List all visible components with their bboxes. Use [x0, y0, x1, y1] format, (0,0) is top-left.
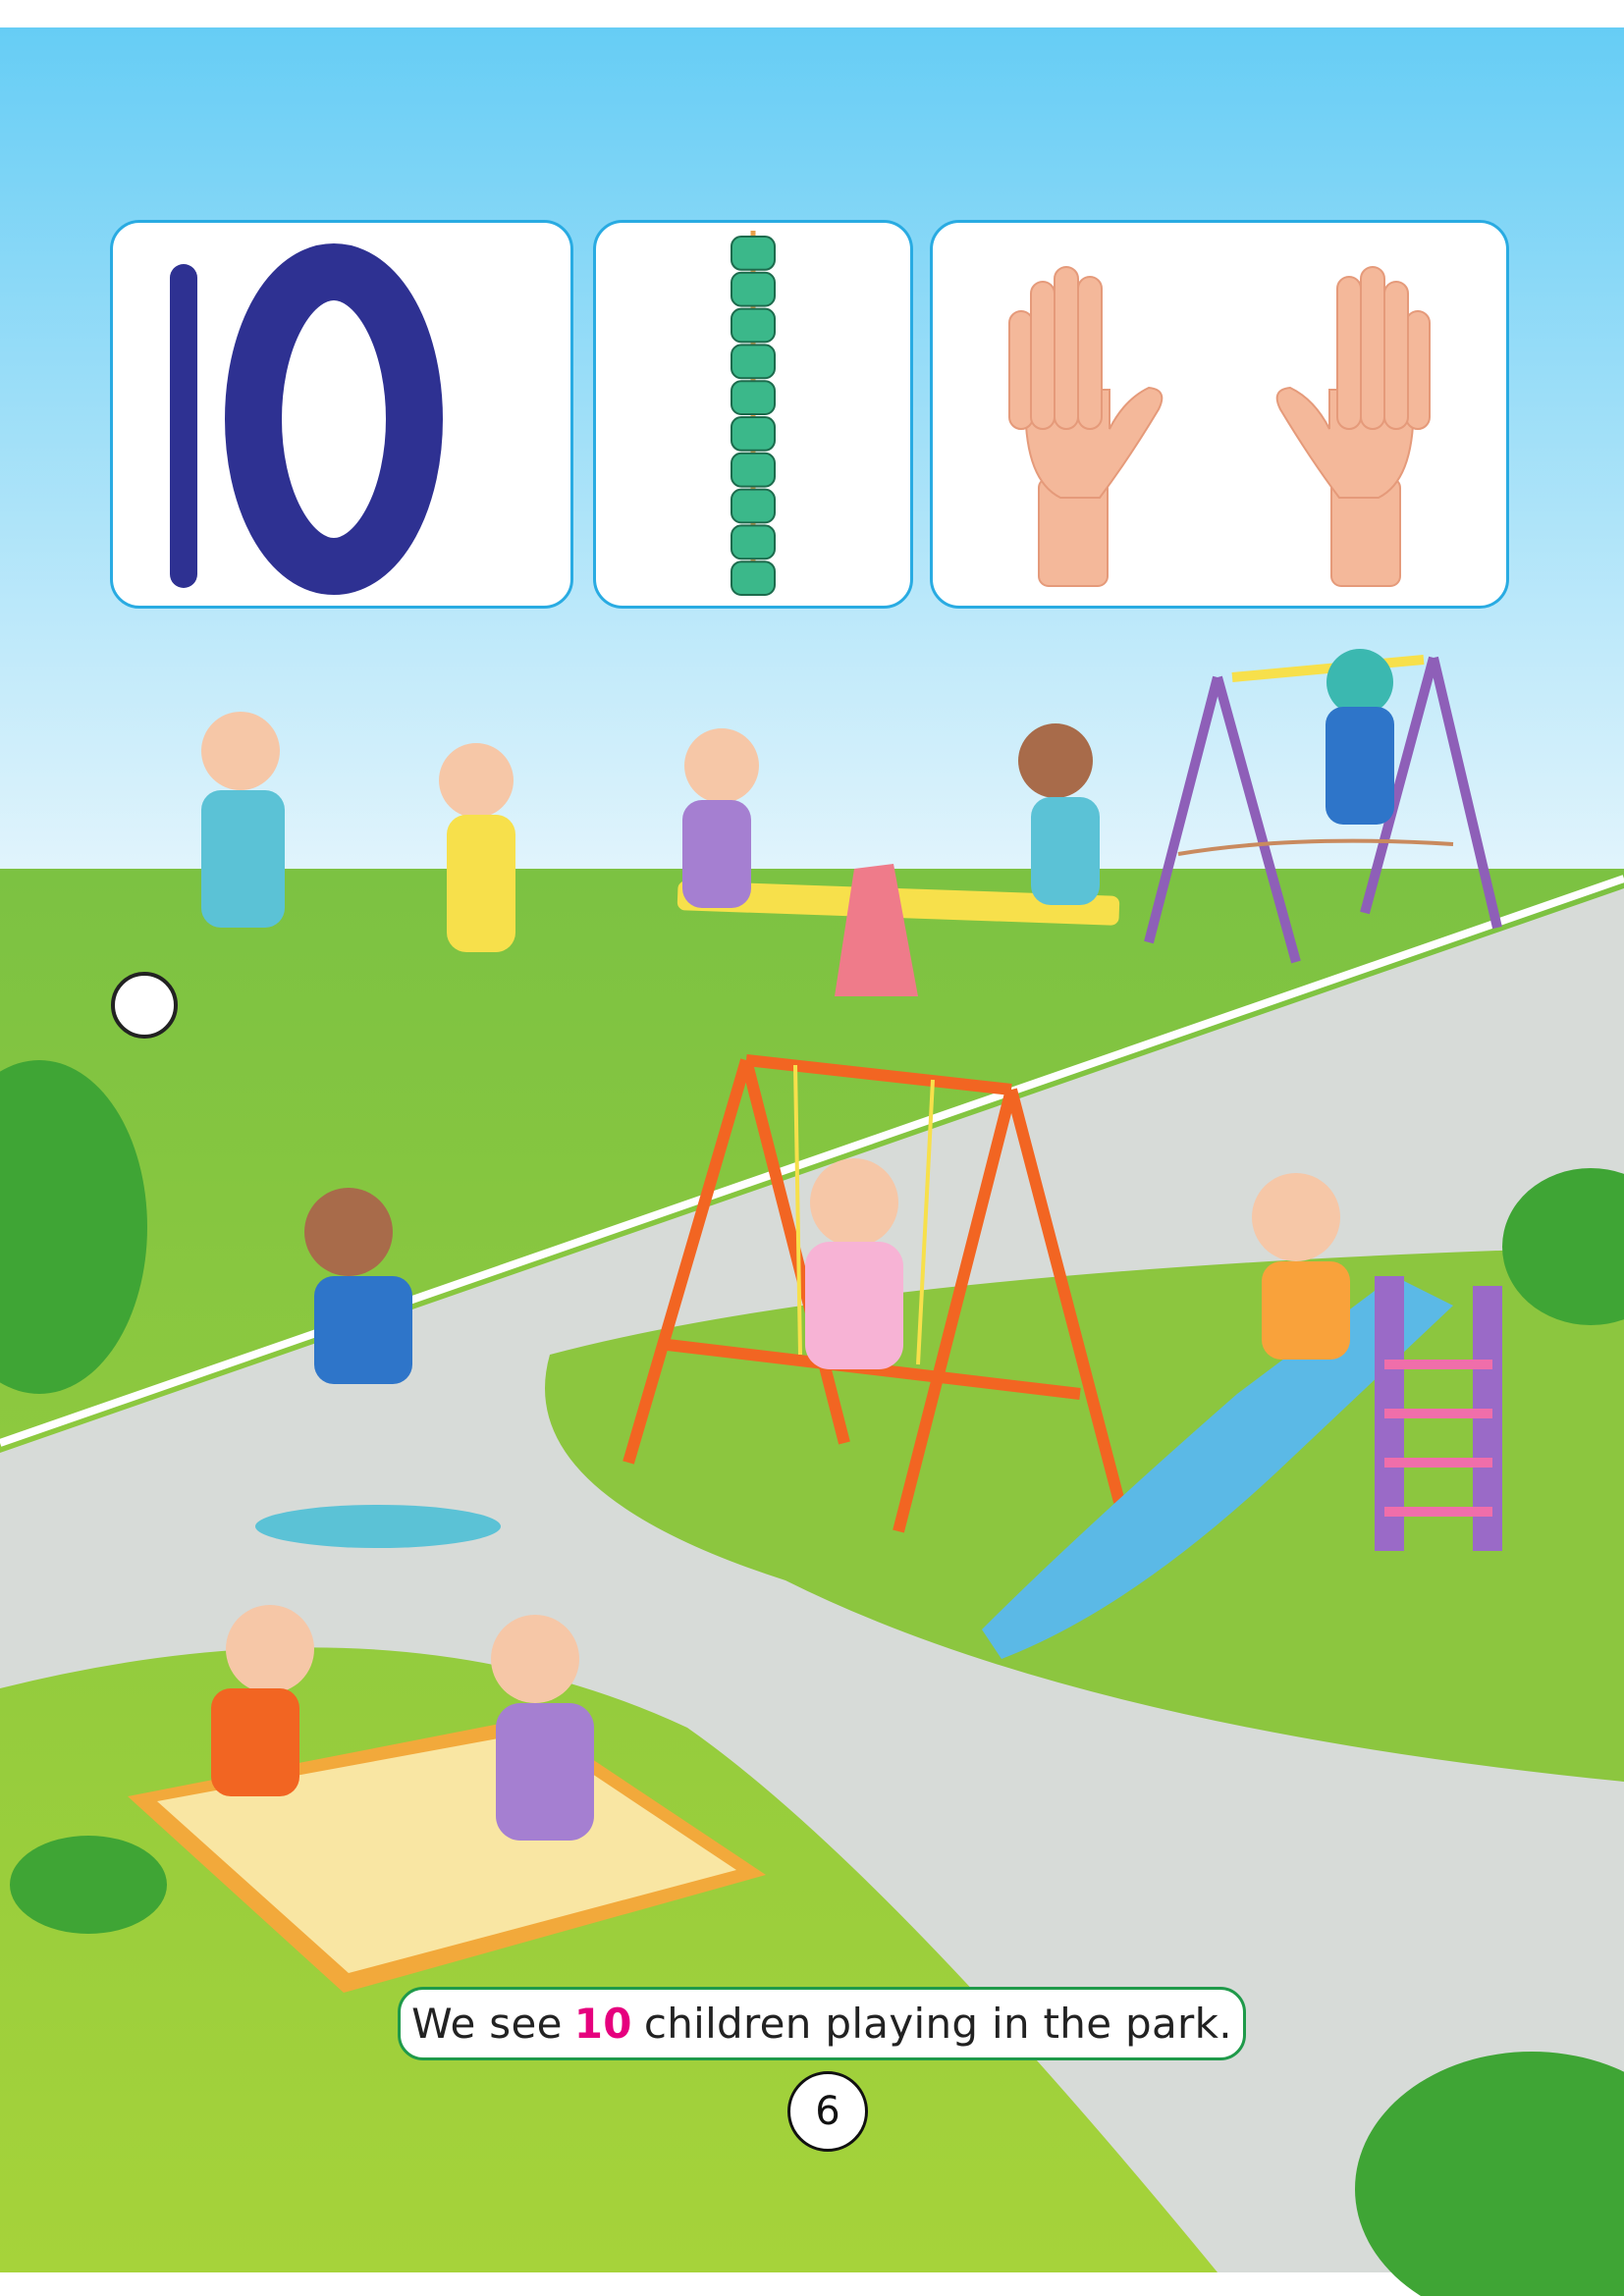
bead [731, 416, 776, 452]
caption-text-end: children playing in the park. [643, 2000, 1232, 2048]
bush-small [10, 1836, 167, 1934]
hands-card [930, 220, 1509, 609]
beads-card [593, 220, 913, 609]
bead [731, 344, 776, 380]
left-hand [1008, 266, 1164, 587]
caption-text-start: We see [411, 2000, 563, 2048]
bead [731, 307, 776, 344]
bead [731, 236, 776, 271]
skateboard [255, 1505, 501, 1548]
bead [731, 380, 776, 415]
numeral-card [110, 220, 573, 609]
child-swing [805, 1158, 903, 1369]
workbook-page: We see 10 children playing in the park. … [0, 0, 1624, 2296]
right-hand [1275, 266, 1431, 587]
bead [731, 524, 776, 561]
page-number: 6 [787, 2071, 868, 2152]
bead [731, 561, 776, 597]
child-seesaw-left [682, 728, 759, 908]
numeral-one-stroke [170, 264, 197, 588]
child-jump-rope [439, 743, 515, 952]
caption-number: 10 [573, 2000, 632, 2048]
caption-sentence: We see 10 children playing in the park. [398, 1987, 1246, 2060]
numeral-10-graphic [170, 243, 443, 595]
two-open-hands [1008, 266, 1431, 587]
bead [731, 488, 776, 524]
child-climbing [1326, 649, 1394, 825]
bead [731, 271, 776, 307]
bead-string [731, 231, 776, 597]
child-soccer [201, 712, 285, 928]
numeral-zero-stroke [225, 243, 443, 595]
bead [731, 452, 776, 488]
soccer-ball [111, 972, 178, 1039]
